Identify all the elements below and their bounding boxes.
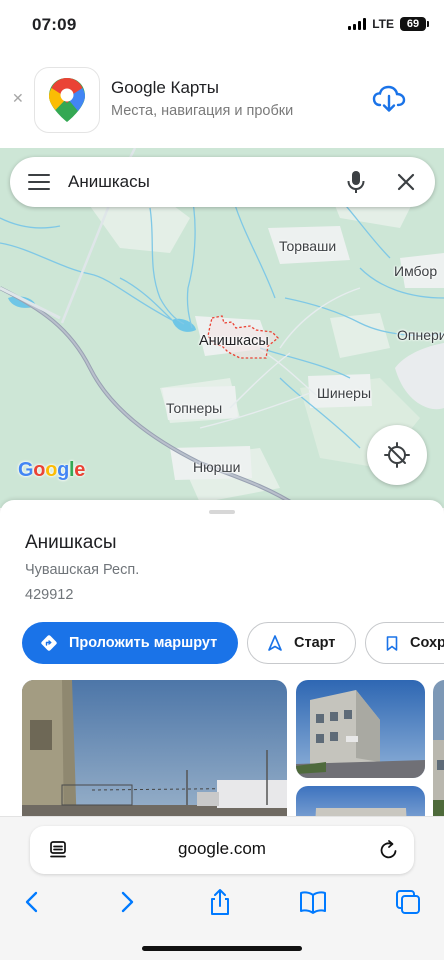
home-indicator[interactable] (142, 946, 302, 951)
status-indicators: LTE 69 (348, 17, 429, 31)
tabs-icon[interactable] (393, 887, 423, 917)
save-button-label: Сохр (410, 635, 444, 651)
place-details-sheet: Анишкасы Чувашская Респ. 429912 Проложит… (0, 500, 444, 820)
place-photo-partial[interactable] (433, 680, 444, 820)
place-postcode: 429912 (25, 587, 74, 603)
sheet-drag-handle[interactable] (209, 510, 235, 514)
browser-toolbar (0, 883, 444, 923)
network-type: LTE (372, 17, 394, 31)
url-text[interactable]: google.com (30, 839, 414, 859)
banner-app-subtitle: Места, навигация и пробки (111, 103, 294, 119)
status-bar: 07:09 LTE 69 (0, 0, 444, 52)
start-button-label: Старт (294, 635, 336, 651)
forward-icon[interactable] (112, 887, 142, 917)
battery-icon: 69 (400, 17, 429, 31)
map-label-anishkasy[interactable]: Анишкасы (199, 333, 269, 349)
map-label-shinery[interactable]: Шинеры (317, 385, 371, 401)
place-photo-building[interactable] (296, 680, 425, 778)
google-maps-app-icon[interactable] (34, 67, 100, 133)
reload-icon[interactable] (378, 839, 400, 861)
sky-photo-image (296, 786, 425, 820)
street-photo-image (22, 680, 287, 820)
search-bar[interactable]: Анишкасы (10, 157, 435, 207)
status-time: 07:09 (32, 15, 77, 34)
bookmarks-icon[interactable] (298, 887, 328, 917)
bookmark-icon (386, 635, 398, 651)
back-icon[interactable] (17, 887, 47, 917)
place-name: Анишкасы (25, 532, 117, 553)
place-photo-sky[interactable] (296, 786, 425, 820)
close-icon[interactable] (394, 170, 418, 194)
my-location-button[interactable] (367, 425, 427, 485)
address-bar[interactable]: google.com (30, 826, 414, 874)
map-label-torvashi[interactable]: Торваши (279, 238, 336, 254)
place-photo-street[interactable] (22, 680, 287, 820)
map-label-imbory[interactable]: Имбор (394, 263, 437, 279)
save-place-button[interactable]: Сохр (365, 622, 444, 664)
place-region: Чувашская Респ. (25, 562, 140, 578)
hamburger-menu-icon[interactable] (28, 174, 50, 190)
map-label-topnery[interactable]: Топнеры (166, 400, 222, 416)
partial-photo-image (433, 680, 444, 820)
directions-button-label: Проложить маршрут (69, 635, 218, 651)
directions-icon (41, 635, 57, 651)
share-icon[interactable] (205, 887, 235, 917)
banner-app-title: Google Карты (111, 78, 219, 97)
search-query[interactable]: Анишкасы (68, 172, 150, 192)
banner-close-icon[interactable]: ✕ (12, 90, 24, 107)
navigation-arrow-icon (268, 635, 282, 651)
map-label-opnery[interactable]: Опнери (397, 327, 444, 343)
app-install-banner: ✕ Google Карты Места, навигация и пробки (0, 52, 444, 148)
safari-bottom-bar: google.com (0, 816, 444, 960)
cellular-signal-icon (348, 18, 367, 30)
map-label-nyurshi[interactable]: Нюрши (193, 459, 240, 475)
start-navigation-button[interactable]: Старт (247, 622, 356, 664)
directions-button[interactable]: Проложить маршрут (22, 622, 238, 664)
cloud-download-icon[interactable] (372, 84, 406, 114)
google-logo: Google (18, 459, 86, 481)
my-location-icon (384, 442, 410, 468)
microphone-icon[interactable] (344, 169, 368, 195)
building-photo-image (296, 680, 425, 778)
